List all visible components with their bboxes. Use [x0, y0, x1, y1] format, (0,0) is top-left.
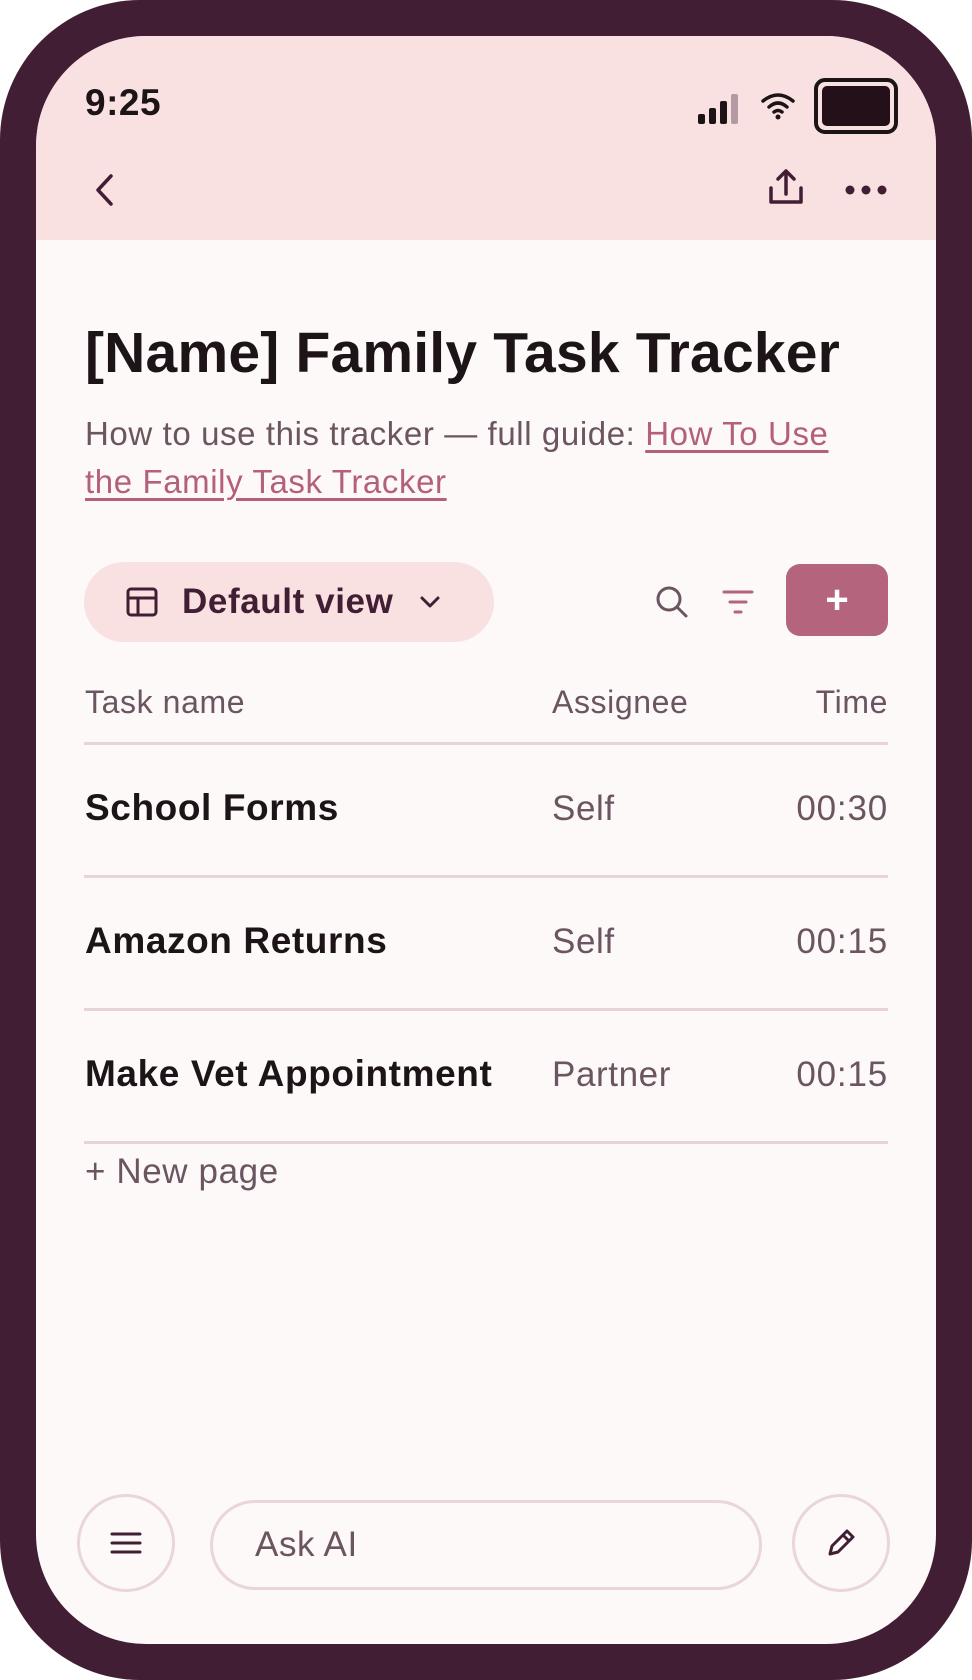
- time-cell: 00:30: [796, 789, 888, 828]
- back-chevron-icon: [96, 174, 113, 206]
- table-header: Task name Assignee Time: [84, 670, 888, 745]
- app-screen: 9:25 [Name] Family Task Tracker How to u…: [36, 36, 936, 1644]
- wifi-icon: [761, 93, 795, 120]
- battery-icon: [814, 78, 898, 134]
- task-name-cell: Amazon Returns: [85, 920, 388, 961]
- hamburger-menu-icon: [110, 1532, 142, 1554]
- chevron-down-icon: [420, 596, 440, 608]
- table-view-icon: [126, 587, 158, 617]
- task-table: Task name Assignee Time School Forms Sel…: [84, 670, 888, 1144]
- compose-button[interactable]: [792, 1494, 890, 1592]
- phone-frame: 9:25 [Name] Family Task Tracker How to u…: [0, 0, 972, 1680]
- add-entry-button[interactable]: +: [786, 564, 888, 636]
- table-row[interactable]: Make Vet Appointment Partner 00:15: [84, 1011, 888, 1144]
- new-page-button[interactable]: + New page: [85, 1152, 279, 1192]
- task-name-cell: School Forms: [85, 787, 339, 828]
- table-row[interactable]: School Forms Self 00:30: [84, 745, 888, 878]
- search-icon: [656, 586, 688, 618]
- assignee-cell: Self: [552, 789, 615, 828]
- view-selector[interactable]: Default view: [84, 562, 494, 642]
- filter-button[interactable]: [716, 580, 760, 624]
- time-cell: 00:15: [796, 1055, 888, 1094]
- pencil-icon: [828, 1529, 855, 1556]
- assignee-cell: Partner: [552, 1055, 671, 1094]
- page-title: [Name] Family Task Tracker: [85, 321, 841, 385]
- signal-icon: [698, 94, 738, 124]
- ask-ai-input[interactable]: [210, 1500, 762, 1590]
- back-button[interactable]: [80, 162, 128, 218]
- task-name-cell: Make Vet Appointment: [85, 1053, 493, 1094]
- table-row[interactable]: Amazon Returns Self 00:15: [84, 878, 888, 1011]
- share-icon: [769, 169, 803, 204]
- search-button[interactable]: [650, 580, 694, 624]
- top-bar: 9:25: [36, 36, 936, 240]
- time-cell: 00:15: [796, 922, 888, 961]
- menu-button[interactable]: [77, 1494, 175, 1592]
- more-options-button[interactable]: [840, 170, 892, 210]
- view-label: Default view: [182, 582, 394, 621]
- share-button[interactable]: [760, 160, 812, 216]
- assignee-cell: Self: [552, 922, 615, 961]
- column-header-task-name[interactable]: Task name: [85, 684, 245, 721]
- page-description: How to use this tracker — full guide: Ho…: [85, 410, 885, 506]
- more-icon: [845, 185, 887, 195]
- description-text: How to use this tracker — full guide:: [85, 415, 646, 452]
- status-time: 9:25: [85, 82, 162, 123]
- column-header-time[interactable]: Time: [816, 684, 888, 721]
- filter-icon: [722, 590, 754, 614]
- column-header-assignee[interactable]: Assignee: [552, 684, 688, 721]
